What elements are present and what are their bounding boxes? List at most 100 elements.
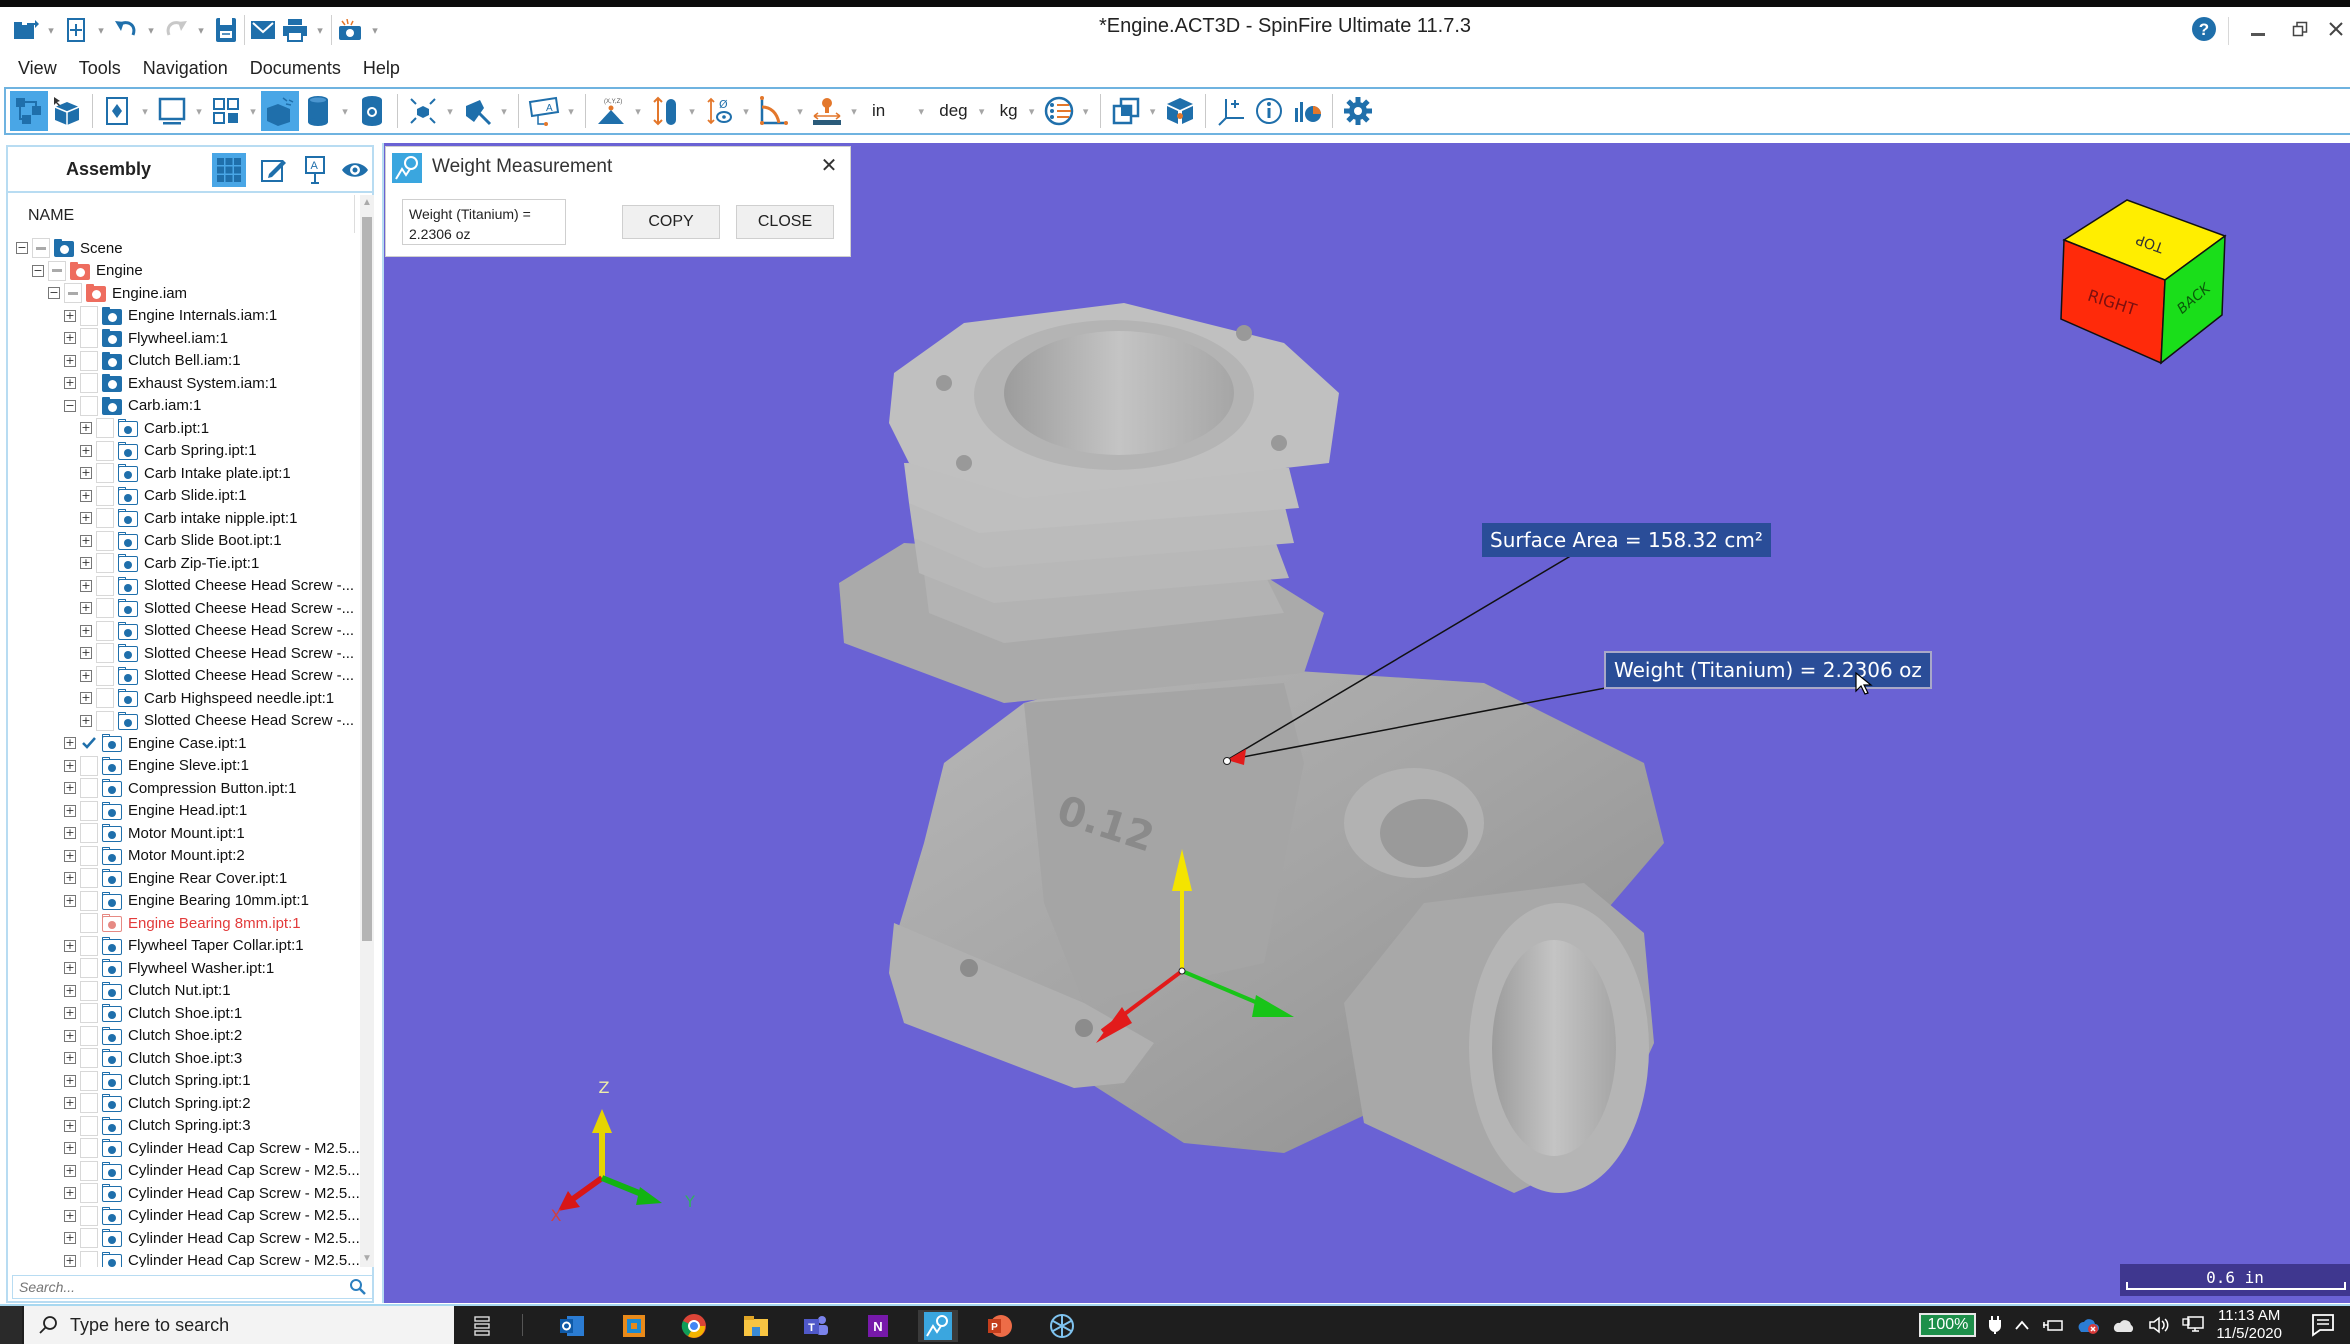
onedrive-error-icon[interactable] bbox=[2076, 1315, 2100, 1335]
expand-icon[interactable]: + bbox=[80, 489, 92, 502]
expand-icon[interactable]: + bbox=[80, 422, 92, 434]
visibility-checkbox[interactable] bbox=[96, 575, 114, 596]
visibility-checkbox[interactable] bbox=[32, 238, 50, 258]
expand-icon[interactable]: + bbox=[64, 737, 76, 749]
tree-row[interactable]: + Slotted Cheese Head Screw -... bbox=[80, 575, 354, 597]
expand-icon[interactable]: + bbox=[80, 624, 92, 637]
search-icon[interactable] bbox=[349, 1278, 367, 1296]
tree-row[interactable]: + Clutch Bell.iam:1 bbox=[64, 350, 241, 372]
tree-row[interactable]: + Clutch Spring.ipt:1 bbox=[64, 1070, 251, 1092]
layout-button[interactable] bbox=[207, 91, 245, 131]
menu-documents[interactable]: Documents bbox=[248, 54, 351, 83]
visibility-checkbox[interactable] bbox=[64, 283, 82, 303]
visibility-checkbox[interactable] bbox=[80, 350, 98, 371]
section-button[interactable] bbox=[458, 91, 496, 131]
tree-row[interactable]: − Engine.iam bbox=[48, 282, 187, 304]
tree-row[interactable]: + Slotted Cheese Head Screw -... bbox=[80, 710, 354, 732]
visibility-checkbox[interactable] bbox=[96, 665, 114, 686]
visibility-checkbox[interactable] bbox=[80, 328, 98, 348]
power-plug-icon[interactable] bbox=[1988, 1315, 2002, 1335]
display-style-button[interactable] bbox=[1040, 91, 1078, 131]
start-button[interactable] bbox=[0, 1306, 22, 1344]
visibility-checkbox[interactable] bbox=[80, 980, 98, 1001]
overlay-button[interactable] bbox=[1107, 91, 1145, 131]
tree-row[interactable]: + Cylinder Head Cap Screw - M2.5... bbox=[64, 1137, 360, 1159]
visibility-checkbox[interactable] bbox=[80, 935, 98, 956]
taskbar-powerpoint[interactable]: P bbox=[980, 1310, 1020, 1342]
tree-row[interactable]: + Clutch Shoe.ipt:3 bbox=[64, 1047, 242, 1069]
expand-icon[interactable]: + bbox=[64, 1119, 76, 1132]
measure-angle-button[interactable] bbox=[754, 91, 792, 131]
expand-icon[interactable]: + bbox=[64, 1254, 76, 1267]
visibility-checkbox[interactable] bbox=[80, 305, 98, 326]
measure-height-dropdown[interactable]: ▾ bbox=[684, 105, 700, 118]
surface-area-callout[interactable]: Surface Area = 158.32 cm² bbox=[1482, 523, 1771, 557]
visibility-checkbox[interactable] bbox=[96, 508, 114, 528]
tree-row[interactable]: + Motor Mount.ipt:1 bbox=[64, 822, 245, 844]
taskbar-chrome[interactable] bbox=[674, 1310, 714, 1342]
grid-view-button[interactable] bbox=[212, 153, 246, 187]
visibility-checkbox[interactable] bbox=[96, 440, 114, 461]
length-unit-dropdown[interactable]: ▾ bbox=[913, 105, 929, 118]
taskbar-teams[interactable]: T bbox=[796, 1310, 836, 1342]
tree-row[interactable]: + Carb Spring.ipt:1 bbox=[80, 440, 257, 462]
measure-diameter-button[interactable]: Ø bbox=[700, 91, 738, 131]
expand-icon[interactable]: + bbox=[64, 1232, 76, 1244]
tree-row[interactable]: + Clutch Spring.ipt:3 bbox=[64, 1115, 251, 1137]
expand-icon[interactable]: + bbox=[64, 984, 76, 997]
network-icon[interactable] bbox=[2182, 1315, 2205, 1335]
visibility-checkbox[interactable] bbox=[80, 890, 98, 911]
markup-dropdown[interactable]: ▾ bbox=[137, 105, 153, 118]
expand-icon[interactable]: + bbox=[64, 872, 76, 884]
taskbar-outlook[interactable] bbox=[552, 1310, 592, 1342]
expand-icon[interactable]: + bbox=[80, 602, 92, 614]
visibility-checkbox[interactable] bbox=[80, 1183, 98, 1203]
expand-icon[interactable]: + bbox=[80, 692, 92, 704]
expand-icon[interactable]: + bbox=[64, 1209, 76, 1222]
scrollbar-thumb[interactable] bbox=[362, 217, 372, 941]
visibility-checkbox[interactable] bbox=[96, 418, 114, 438]
shaded-3d-button[interactable] bbox=[261, 91, 299, 131]
tree-row[interactable]: + Clutch Nut.ipt:1 bbox=[64, 980, 231, 1002]
expand-icon[interactable]: + bbox=[64, 309, 76, 322]
visibility-checkbox[interactable] bbox=[80, 733, 98, 753]
expand-icon[interactable]: + bbox=[64, 1187, 76, 1199]
taskbar-spinfire[interactable] bbox=[918, 1310, 958, 1342]
taskbar-search[interactable]: Type here to search bbox=[24, 1306, 454, 1344]
tree-row[interactable]: + Carb Zip-Tie.ipt:1 bbox=[80, 552, 259, 574]
tree-row[interactable]: + Compression Button.ipt:1 bbox=[64, 777, 296, 799]
tree-row[interactable]: + Slotted Cheese Head Screw -... bbox=[80, 642, 354, 664]
taskbar-snowflake-app[interactable] bbox=[1042, 1310, 1082, 1342]
expand-icon[interactable]: + bbox=[80, 534, 92, 547]
measure-distance-button[interactable] bbox=[808, 91, 846, 131]
tree-row[interactable]: − Carb.iam:1 bbox=[64, 395, 201, 417]
measure-angle-dropdown[interactable]: ▾ bbox=[792, 105, 808, 118]
settings-cylinder-button[interactable] bbox=[353, 91, 391, 131]
task-view-button[interactable] bbox=[462, 1310, 502, 1342]
view-cube[interactable]: TOP RIGHT BACK bbox=[2060, 199, 2227, 365]
visibility-checkbox[interactable] bbox=[80, 373, 98, 393]
expand-icon[interactable]: + bbox=[64, 804, 76, 817]
tree-row[interactable]: Engine Bearing 8mm.ipt:1 bbox=[64, 912, 301, 934]
visibility-checkbox[interactable] bbox=[80, 1250, 98, 1267]
visibility-checkbox[interactable] bbox=[80, 868, 98, 888]
expand-icon[interactable]: + bbox=[80, 669, 92, 682]
annotation-view-button[interactable]: A bbox=[298, 153, 332, 187]
engine-case-model[interactable]: 0.12 Z X Y TOP RIGHT BACK bbox=[384, 143, 2350, 1303]
tree-row[interactable]: + Motor Mount.ipt:2 bbox=[64, 845, 245, 867]
visibility-checkbox[interactable] bbox=[96, 553, 114, 573]
expand-icon[interactable]: + bbox=[64, 782, 76, 794]
volume-icon[interactable] bbox=[2148, 1316, 2170, 1334]
tree-row[interactable]: + Engine Head.ipt:1 bbox=[64, 800, 247, 822]
battery-charging-icon[interactable] bbox=[2042, 1317, 2064, 1333]
expand-icon[interactable]: + bbox=[64, 759, 76, 772]
expand-icon[interactable]: + bbox=[64, 939, 76, 952]
system-clock[interactable]: 11:13 AM 11/5/2020 bbox=[2216, 1307, 2282, 1343]
visibility-checkbox[interactable] bbox=[80, 958, 98, 978]
visibility-checkbox[interactable] bbox=[80, 1025, 98, 1046]
tree-row[interactable]: + Engine Internals.iam:1 bbox=[64, 305, 277, 327]
visibility-checkbox[interactable] bbox=[80, 395, 98, 416]
tree-row[interactable]: + Engine Rear Cover.ipt:1 bbox=[64, 867, 287, 889]
tree-row[interactable]: + Flywheel Washer.ipt:1 bbox=[64, 957, 274, 979]
visibility-checkbox[interactable] bbox=[96, 485, 114, 506]
